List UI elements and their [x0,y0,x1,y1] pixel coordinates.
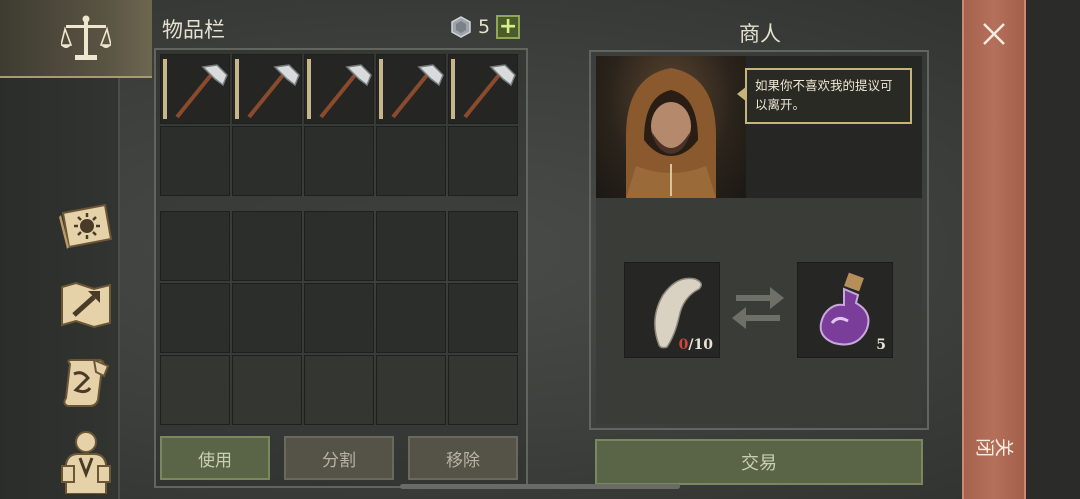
close-icon[interactable] [980,20,1008,52]
currency-display: 5 + [450,14,521,40]
scroll-icon[interactable] [60,356,112,410]
pickaxe-icon [463,64,516,119]
potion-icon [819,272,870,346]
inventory-slot-empty[interactable] [304,283,374,353]
inventory-slot-empty[interactable] [376,283,446,353]
split-button[interactable]: 分割 [284,436,394,480]
inventory-slot-pickaxe[interactable] [304,54,374,124]
receive-count: 5 [876,337,886,353]
map-icon[interactable] [58,280,114,330]
silver-coin-icon [451,16,471,38]
pickaxe-icon [247,64,300,119]
inventory-slot-empty[interactable] [304,126,374,196]
inventory-grid-top [160,54,518,196]
pickaxe-icon [175,64,228,119]
character-icon[interactable] [58,428,114,494]
merchant-title: 商人 [739,22,781,46]
inventory-grid-bottom [160,211,518,425]
inventory-slot-empty[interactable] [448,211,518,281]
inventory-slot-empty[interactable] [376,126,446,196]
inventory-slot-pickaxe[interactable] [376,54,446,124]
scroll-indicator [400,484,680,489]
use-button[interactable]: 使用 [160,436,270,480]
pickaxe-icon [319,64,372,119]
inventory-slot-empty[interactable] [160,211,230,281]
inventory-slot-pickaxe[interactable] [448,54,518,124]
close-panel[interactable] [962,0,1026,499]
remove-button[interactable]: 移除 [408,436,518,480]
inventory-slot-empty[interactable] [160,126,230,196]
inventory-slot-empty[interactable] [376,211,446,281]
inventory-slot-empty[interactable] [304,211,374,281]
give-need: /10 [688,337,713,353]
inventory-slot-pickaxe[interactable] [232,54,302,124]
give-have: 0 [678,337,689,353]
trade-button[interactable]: 交易 [595,439,923,485]
inventory-title: 物品栏 [162,18,225,42]
right-edge [1026,0,1080,499]
inventory-slot-locked [304,355,374,425]
inventory-slot-pickaxe[interactable] [160,54,230,124]
inventory-slot-empty[interactable] [448,126,518,196]
trade-receive-slot[interactable]: 5 [797,262,893,358]
inventory-slot-empty[interactable] [160,283,230,353]
inventory-slot-locked [376,355,446,425]
currency-count: 5 [478,16,491,38]
inventory-slot-locked [160,355,230,425]
pickaxe-icon [391,64,444,119]
merchant-speech-bubble: 如果你不喜欢我的提议可以离开。 [737,68,912,124]
inventory-slot-locked [448,355,518,425]
inventory-slot-empty[interactable] [232,211,302,281]
trade-arrows-icon [730,285,786,335]
sun-book-icon[interactable] [56,200,116,252]
trade-give-slot[interactable]: 0/10 [624,262,720,358]
balance-scale-icon[interactable] [60,14,112,64]
inventory-slot-empty[interactable] [232,283,302,353]
inventory-slot-locked [232,355,302,425]
add-currency-button[interactable]: + [496,15,521,39]
give-count: 0/10 [679,337,713,353]
inventory-slot-empty[interactable] [448,283,518,353]
merchant-portrait [596,56,746,198]
inventory-slot-empty[interactable] [232,126,302,196]
close-label[interactable]: 关闭 [976,434,1014,460]
